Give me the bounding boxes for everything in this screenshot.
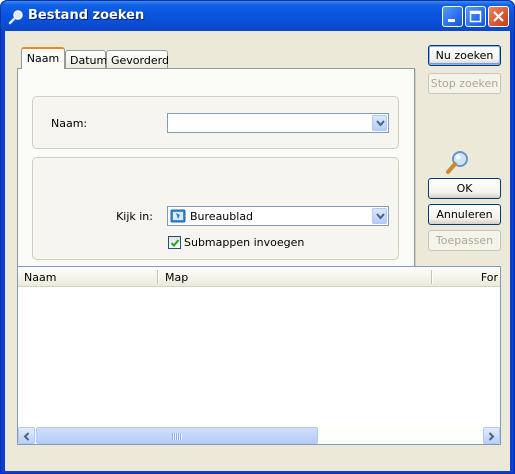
minimize-button[interactable] xyxy=(442,6,463,27)
scroll-left-button[interactable] xyxy=(18,427,35,444)
checkmark-icon xyxy=(170,239,180,247)
name-dropdown-button[interactable] xyxy=(372,115,387,131)
checkbox-box[interactable] xyxy=(168,236,181,249)
horizontal-scrollbar[interactable] xyxy=(18,427,500,444)
find-file-dialog: Bestand zoeken Naam Datum Gevorderd Naam… xyxy=(0,0,515,474)
look-in-dropdown-button[interactable] xyxy=(372,208,387,224)
find-now-button[interactable]: Nu zoeken xyxy=(428,45,501,66)
minimize-icon xyxy=(448,19,455,22)
location-group: Kijk in: Bureaublad Submappen invoegen xyxy=(32,157,399,260)
look-in-label: Kijk in: xyxy=(116,210,153,223)
tab-label: Datum xyxy=(70,54,108,67)
column-divider[interactable] xyxy=(431,270,432,284)
tab-panel-naam: Naam: Kijk in: Bureaublad Submappen invo… xyxy=(17,68,415,277)
window-title: Bestand zoeken xyxy=(28,8,145,23)
tab-naam[interactable]: Naam xyxy=(21,47,65,69)
title-bar[interactable]: Bestand zoeken xyxy=(1,1,514,31)
column-label: Map xyxy=(165,271,189,284)
tab-label: Gevorderd xyxy=(111,54,169,67)
subfolders-label: Submappen invoegen xyxy=(184,236,305,249)
maximize-button[interactable] xyxy=(465,6,486,27)
column-label: Naam xyxy=(24,271,57,284)
search-icon xyxy=(8,9,24,25)
close-button[interactable] xyxy=(488,6,509,27)
ok-button[interactable]: OK xyxy=(428,178,501,199)
column-header-format[interactable]: For xyxy=(433,267,500,286)
name-label: Naam: xyxy=(51,117,88,130)
magnifier-icon xyxy=(445,149,471,175)
column-divider[interactable] xyxy=(157,270,158,284)
look-in-value: Bureaublad xyxy=(190,210,254,223)
column-label: For xyxy=(480,271,498,284)
look-in-combobox[interactable]: Bureaublad xyxy=(167,206,389,226)
maximize-icon xyxy=(469,10,482,23)
stop-search-button[interactable]: Stop zoeken xyxy=(428,73,501,94)
chevron-down-icon xyxy=(376,120,385,127)
chevron-down-icon xyxy=(376,213,385,220)
scroll-right-button[interactable] xyxy=(483,427,500,444)
desktop-icon xyxy=(170,208,186,224)
results-header: Naam Map For xyxy=(18,267,500,287)
tab-gevorderd[interactable]: Gevorderd xyxy=(106,50,169,69)
grip-icon xyxy=(172,433,182,440)
apply-button[interactable]: Toepassen xyxy=(428,230,501,251)
scroll-thumb[interactable] xyxy=(36,427,318,444)
chevron-left-icon xyxy=(23,432,30,441)
name-group: Naam: xyxy=(32,96,399,149)
dialog-body: Naam Datum Gevorderd Naam: Kijk in: Bure… xyxy=(5,31,510,471)
results-list[interactable]: Naam Map For xyxy=(17,266,501,445)
column-header-map[interactable]: Map xyxy=(159,267,431,286)
name-combobox[interactable] xyxy=(167,113,389,133)
tab-label: Naam xyxy=(26,52,60,65)
tab-datum[interactable]: Datum xyxy=(65,50,108,69)
close-icon xyxy=(493,11,504,22)
column-header-naam[interactable]: Naam xyxy=(18,267,157,286)
chevron-right-icon xyxy=(488,432,495,441)
cancel-button[interactable]: Annuleren xyxy=(428,204,501,225)
subfolders-checkbox[interactable]: Submappen invoegen xyxy=(168,236,318,250)
